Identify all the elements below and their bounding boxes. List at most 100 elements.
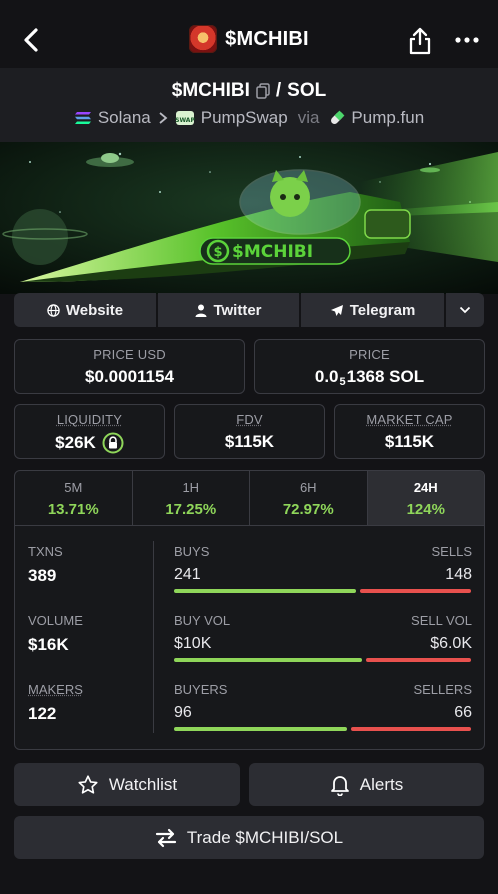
sellers-label: SELLERS (413, 682, 472, 697)
price-usd-label: PRICE USD (93, 347, 166, 362)
tab-label: 5M (64, 480, 83, 495)
star-icon (78, 774, 98, 794)
price-native-rest: 1368 SOL (346, 367, 425, 386)
stats-panel: 5M 13.71% 1H 17.25% 6H 72.97% 24H 124% T… (14, 470, 485, 750)
fdv-label: FDV (236, 412, 263, 427)
pair-quote: SOL (287, 80, 327, 101)
buy-vol-bar-fill (174, 658, 363, 662)
trade-button[interactable]: Trade $MCHIBI/SOL (14, 816, 484, 859)
tab-5m[interactable]: 5M 13.71% (15, 471, 133, 525)
social-links: Website Twitter Telegram (14, 293, 484, 327)
pair-title: $MCHIBI / SOL (0, 80, 498, 102)
buys-label: BUYS (174, 544, 210, 559)
price-native-subscript: 5 (339, 376, 346, 388)
tab-change: 17.25% (165, 501, 217, 518)
more-icon[interactable] (452, 28, 482, 52)
price-usd-value: $0.0001154 (85, 367, 174, 386)
dex-name[interactable]: PumpSwap (201, 108, 288, 128)
price-usd-card: PRICE USD $0.0001154 (14, 339, 245, 394)
copy-icon[interactable] (256, 83, 270, 99)
twitter-link[interactable]: Twitter (158, 293, 299, 327)
volume-bar (174, 658, 471, 662)
price-native-value: 0.0 5 1368 SOL (255, 367, 484, 388)
sells-value: 148 (445, 566, 472, 583)
pill-icon (331, 110, 345, 124)
tab-6h[interactable]: 6H 72.97% (250, 471, 368, 525)
website-label: Website (65, 301, 124, 319)
buyers-label: BUYERS (174, 682, 228, 697)
liquidity-label: LIQUIDITY (56, 412, 123, 427)
tab-label: 6H (299, 480, 317, 495)
buyers-value: 96 (174, 704, 192, 721)
pair-info: $MCHIBI / SOL Solana SWAP PumpSwap via P… (0, 68, 498, 142)
buy-vol-value: $10K (174, 635, 212, 652)
sell-vol-bar-fill (366, 658, 471, 662)
launchpad-name[interactable]: Pump.fun (351, 108, 424, 128)
telegram-link[interactable]: Telegram (301, 293, 444, 327)
alerts-button[interactable]: Alerts (249, 763, 484, 806)
fdv-card: FDV $115K (174, 404, 325, 459)
token-banner: $ $MCHIBI (0, 142, 498, 294)
pair-base: $MCHIBI (171, 80, 250, 101)
sellers-value: 66 (454, 704, 472, 721)
liquidity-card: LIQUIDITY $26K (14, 404, 165, 459)
buys-sells-bar (174, 589, 471, 593)
market-cap-value: $115K (384, 432, 435, 451)
svg-text:SWAP: SWAP (175, 117, 195, 124)
chevron-down-icon (459, 306, 471, 314)
twitter-label: Twitter (213, 301, 262, 319)
market-cap-card: MARKET CAP $115K (334, 404, 485, 459)
share-icon[interactable] (406, 26, 434, 56)
solana-icon (74, 112, 91, 124)
chevron-right-icon (159, 112, 168, 124)
website-link[interactable]: Website (14, 293, 156, 327)
more-links-dropdown[interactable] (446, 293, 484, 327)
price-native-prefix: 0.0 (314, 367, 339, 386)
globe-icon (47, 303, 60, 317)
route-line: Solana SWAP PumpSwap via Pump.fun (0, 108, 498, 128)
sell-vol-value: $6.0K (430, 635, 472, 652)
pair-separator: / (275, 80, 282, 101)
tab-label: 24H (413, 480, 438, 495)
txns-label: TXNS (28, 544, 63, 559)
top-bar: $MCHIBI (0, 0, 498, 68)
buys-bar-fill (174, 589, 357, 593)
tab-1h[interactable]: 1H 17.25% (133, 471, 250, 525)
sells-label: SELLS (431, 544, 472, 559)
tab-change: 72.97% (282, 501, 334, 518)
tab-change: 13.71% (47, 501, 99, 518)
buyers-bar-fill (174, 727, 348, 731)
price-native-card: PRICE 0.0 5 1368 SOL (254, 339, 485, 394)
sells-bar-fill (360, 589, 471, 593)
makers-value: 122 (28, 704, 57, 723)
txns-value: 389 (28, 566, 57, 585)
svg-text:$: $ (213, 245, 222, 260)
market-cap-label: MARKET CAP (366, 412, 453, 427)
page-title: $MCHIBI (225, 27, 309, 50)
lock-icon[interactable] (102, 432, 124, 454)
send-icon (330, 304, 343, 316)
volume-value: $16K (28, 635, 69, 654)
tab-label: 1H (182, 480, 200, 495)
pumpswap-icon: SWAP (175, 111, 195, 125)
sell-vol-label: SELL VOL (411, 613, 472, 628)
fdv-value: $115K (224, 432, 275, 451)
liquidity-value: $26K (55, 433, 96, 452)
trade-label: Trade $MCHIBI/SOL (186, 827, 344, 847)
buys-value: 241 (174, 566, 201, 583)
chain-name[interactable]: Solana (98, 108, 151, 128)
via-label: via (297, 108, 320, 127)
tab-24h[interactable]: 24H 124% (367, 471, 484, 525)
token-avatar (189, 25, 218, 53)
tab-change: 124% (406, 501, 445, 518)
makers-label: MAKERS (28, 682, 83, 697)
volume-label: VOLUME (28, 613, 83, 628)
buy-vol-label: BUY VOL (174, 613, 231, 628)
telegram-label: Telegram (349, 301, 416, 319)
bell-icon (330, 775, 349, 796)
user-icon (195, 304, 207, 317)
alerts-label: Alerts (359, 774, 404, 794)
watchlist-button[interactable]: Watchlist (14, 763, 240, 806)
watchlist-label: Watchlist (108, 774, 178, 794)
sellers-bar-fill (351, 727, 471, 731)
